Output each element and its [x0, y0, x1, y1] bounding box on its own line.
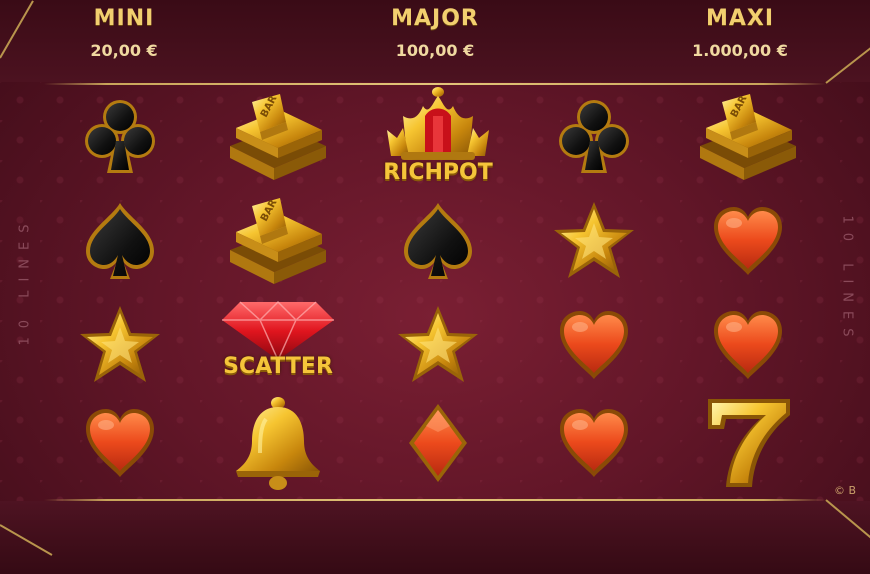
- heart-symbol: [50, 394, 190, 492]
- star-icon: [80, 306, 160, 382]
- bell-symbol: [208, 394, 348, 492]
- jackpot-mini-value: 20,00 €: [90, 41, 158, 60]
- star-icon: [554, 202, 634, 278]
- club-symbol: [524, 88, 664, 186]
- heart-icon: [714, 311, 782, 379]
- bar-symbol: BAR: [208, 88, 348, 186]
- diamond-icon: [409, 404, 467, 482]
- slot-game-screen: MINI 20,00 € MAJOR 100,00 € MAXI 1.000,0…: [0, 0, 870, 574]
- star-icon: [398, 306, 478, 382]
- diamond-symbol: [368, 394, 508, 492]
- star-symbol: [368, 296, 508, 394]
- heart-icon: [86, 409, 154, 477]
- paylines-label-left: 10 LINES: [17, 215, 33, 346]
- richpot-label: RICHPOT: [383, 160, 493, 185]
- jackpot-major: MAJOR 100,00 €: [365, 6, 505, 60]
- reel-grid: BAR BAR SCATTER RICHPOT BAR: [50, 87, 830, 496]
- star-symbol: [50, 296, 190, 394]
- bar-icon: BAR: [230, 94, 326, 180]
- richpot-symbol: RICHPOT: [368, 87, 508, 186]
- jackpot-major-name: MAJOR: [391, 6, 479, 31]
- club-symbol: [50, 88, 190, 186]
- club-icon: [559, 100, 629, 173]
- heart-symbol: [678, 296, 818, 394]
- bar-icon: BAR: [700, 94, 796, 180]
- heart-icon: [560, 311, 628, 379]
- seven-symbol: [678, 394, 818, 492]
- jackpot-mini: MINI 20,00 €: [64, 6, 184, 60]
- heart-symbol: [524, 296, 664, 394]
- spade-icon: [404, 203, 472, 279]
- jackpot-maxi: MAXI 1.000,00 €: [675, 6, 805, 60]
- spade-symbol: [368, 192, 508, 290]
- spade-icon: [86, 203, 154, 279]
- reel-frame-top: [44, 83, 826, 85]
- heart-symbol: [524, 394, 664, 492]
- bell-icon: [236, 397, 320, 490]
- club-icon: [85, 100, 155, 173]
- scatter-icon: [222, 300, 334, 362]
- bar-symbol: BAR: [678, 88, 818, 186]
- richpot-icon: [387, 87, 489, 160]
- reel-frame-bottom: [44, 499, 826, 501]
- paylines-label-right: 10 LINES: [839, 215, 855, 346]
- star-symbol: [524, 192, 664, 290]
- bottom-bar: [0, 501, 870, 574]
- heart-icon: [560, 409, 628, 477]
- jackpot-maxi-name: MAXI: [705, 6, 775, 31]
- bar-icon: BAR: [230, 198, 326, 284]
- scatter-label: SCATTER: [223, 354, 333, 379]
- spade-symbol: [50, 192, 190, 290]
- jackpot-maxi-value: 1.000,00 €: [692, 41, 788, 60]
- jackpot-major-value: 100,00 €: [395, 41, 475, 60]
- copyright-mark: © B: [834, 484, 857, 497]
- jackpot-mini-name: MINI: [93, 6, 155, 31]
- seven-icon: [708, 399, 790, 487]
- scatter-symbol: SCATTER: [208, 296, 348, 394]
- heart-icon: [714, 207, 782, 275]
- bar-symbol: BAR: [208, 192, 348, 290]
- heart-symbol: [678, 192, 818, 290]
